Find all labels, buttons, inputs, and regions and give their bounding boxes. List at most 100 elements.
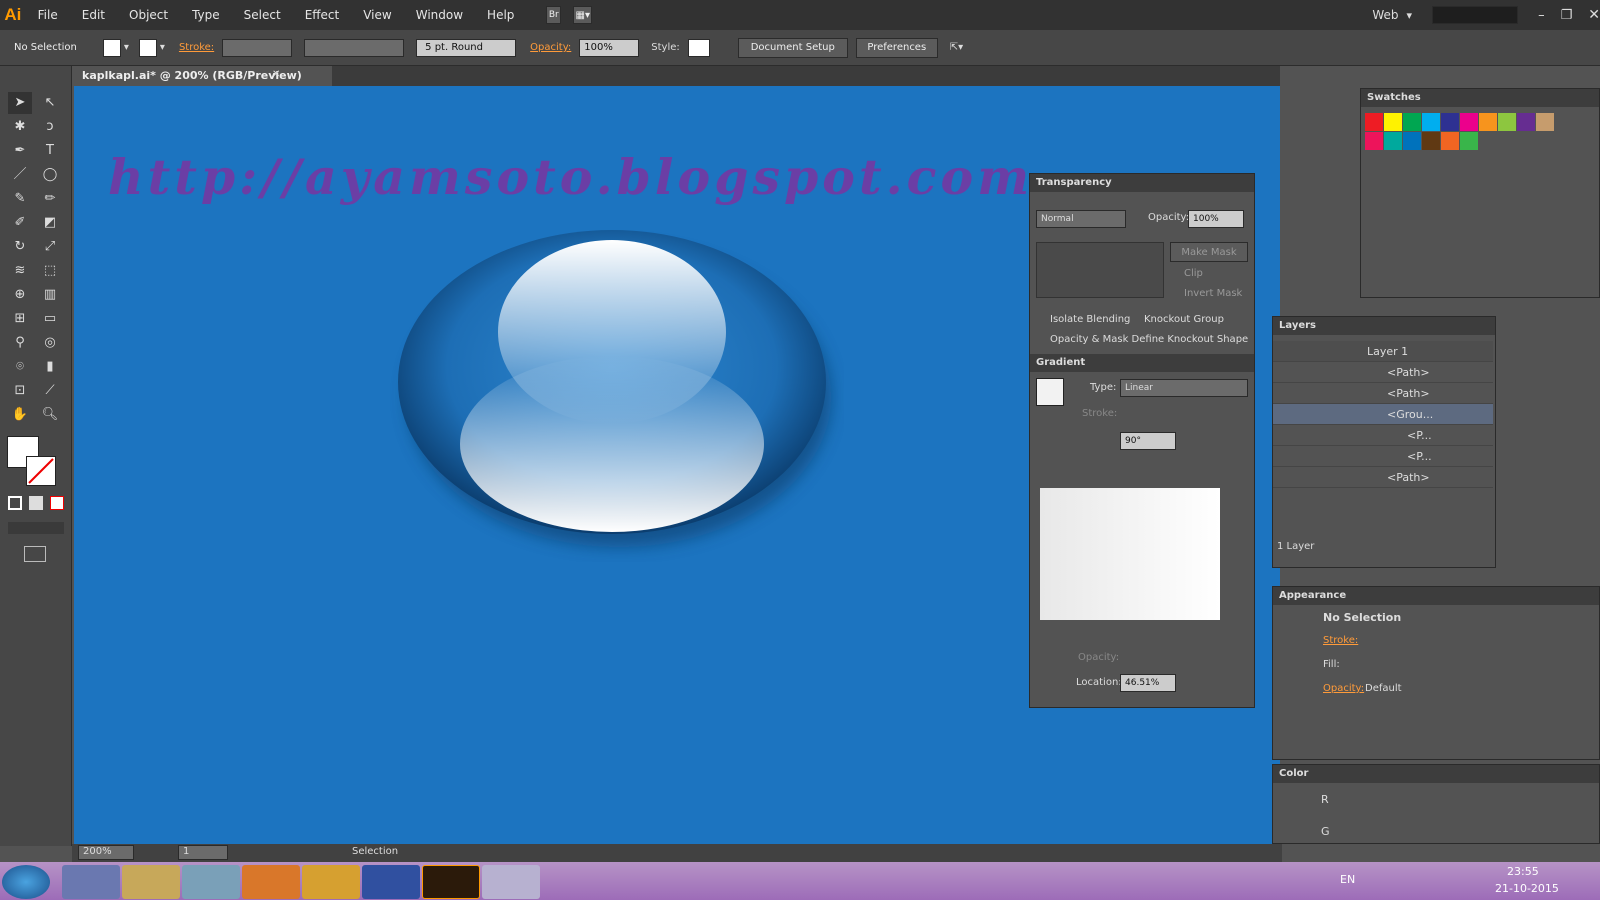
workspace-switcher[interactable]: Web <box>1372 8 1398 22</box>
swatch[interactable] <box>1498 113 1516 131</box>
pen-tool-icon[interactable]: ✒ <box>8 140 32 162</box>
stroke-swatch[interactable] <box>138 38 157 57</box>
menu-edit[interactable]: Edit <box>70 0 117 30</box>
swatch[interactable] <box>1517 113 1535 131</box>
layer-row-6[interactable]: <Path> <box>1387 471 1430 484</box>
gradient-type-dropdown[interactable]: Linear <box>1120 379 1248 397</box>
layer-row-5[interactable]: <P... <box>1407 450 1432 463</box>
preferences-button[interactable]: Preferences <box>855 37 938 58</box>
save-disk-icon[interactable] <box>362 865 420 899</box>
mesh-tool-icon[interactable]: ⊞ <box>8 308 32 330</box>
layer-row-1[interactable]: <Path> <box>1387 366 1430 379</box>
swatch[interactable] <box>1384 132 1402 150</box>
gradient-fill-swatch[interactable] <box>1036 378 1064 406</box>
fill-swatch[interactable] <box>102 38 121 57</box>
menu-object[interactable]: Object <box>117 0 180 30</box>
zoom-tool-icon[interactable]: 🔍︎ <box>38 404 62 426</box>
artboard-tool-icon[interactable]: ⊡ <box>8 380 32 402</box>
arrange-icon[interactable]: ⇱▾ <box>950 42 963 53</box>
rotate-tool-icon[interactable]: ↻ <box>8 236 32 258</box>
column-graph-tool-icon[interactable]: ▮ <box>38 356 62 378</box>
arrange-documents-icon[interactable]: ▦▾ <box>573 6 593 24</box>
swatch[interactable] <box>1403 132 1421 150</box>
transparency-title[interactable]: Transparency <box>1030 174 1254 192</box>
selection-tool-icon[interactable]: ➤ <box>8 92 32 114</box>
zoom-field[interactable]: 200% <box>78 845 134 860</box>
menu-help[interactable]: Help <box>475 0 526 30</box>
swatch[interactable] <box>1422 113 1440 131</box>
knockout-group-checkbox[interactable]: Knockout Group <box>1144 314 1224 325</box>
stroke-label[interactable]: Stroke: <box>179 42 214 53</box>
pencil-tool-icon[interactable]: ✏ <box>38 188 62 210</box>
screen-mode-icon[interactable] <box>24 546 46 562</box>
paint-icon[interactable] <box>482 865 540 899</box>
menu-type[interactable]: Type <box>180 0 232 30</box>
gradient-tool-icon[interactable]: ▭ <box>38 308 62 330</box>
media-player-icon[interactable] <box>302 865 360 899</box>
hand-tool-icon[interactable]: ✋ <box>8 404 32 426</box>
swatch[interactable] <box>1479 113 1497 131</box>
line-tool-icon[interactable]: ／ <box>8 164 32 186</box>
document-tab[interactable]: kaplkapl.ai* @ 200% (RGB/Preview) <box>72 66 332 86</box>
perspective-grid-tool-icon[interactable]: ▥ <box>38 284 62 306</box>
blob-brush-tool-icon[interactable]: ✐ <box>8 212 32 234</box>
variable-width-field[interactable] <box>304 38 405 57</box>
gradient-title[interactable]: Gradient <box>1030 354 1254 372</box>
opacity-label[interactable]: Opacity: <box>530 42 571 53</box>
swatch-grid[interactable] <box>1365 113 1565 293</box>
stroke-color-box[interactable] <box>26 456 56 486</box>
style-swatch[interactable] <box>687 38 710 57</box>
stroke-weight-field[interactable] <box>222 38 293 57</box>
restore-icon[interactable]: ❐ <box>1561 8 1573 23</box>
swatch[interactable] <box>1441 113 1459 131</box>
eraser-tool-icon[interactable]: ◩ <box>38 212 62 234</box>
menu-select[interactable]: Select <box>232 0 293 30</box>
scale-tool-icon[interactable]: ⤢ <box>38 236 62 258</box>
shape-builder-tool-icon[interactable]: ⊕ <box>8 284 32 306</box>
menu-window[interactable]: Window <box>404 0 475 30</box>
tab-close-icon[interactable]: ✕ <box>272 69 280 80</box>
swatch[interactable] <box>1365 113 1383 131</box>
file-explorer-icon[interactable] <box>122 865 180 899</box>
make-mask-button[interactable]: Make Mask <box>1170 242 1248 262</box>
layer-row-3[interactable]: <Grou... <box>1387 408 1433 421</box>
blend-tool-icon[interactable]: ◎ <box>38 332 62 354</box>
eyedropper-tool-icon[interactable]: ⚲ <box>8 332 32 354</box>
internet-explorer-icon[interactable] <box>62 865 120 899</box>
magic-wand-tool-icon[interactable]: ✱ <box>8 116 32 138</box>
direct-selection-tool-icon[interactable]: ↖ <box>38 92 62 114</box>
slice-tool-icon[interactable]: ⟋ <box>38 380 62 402</box>
language-indicator[interactable]: EN <box>1340 873 1355 886</box>
layer-row-2[interactable]: <Path> <box>1387 387 1430 400</box>
swatch[interactable] <box>1365 132 1383 150</box>
menu-view[interactable]: View <box>351 0 403 30</box>
swatch[interactable] <box>1384 113 1402 131</box>
color-mode-icon[interactable] <box>8 496 22 510</box>
clock-time[interactable]: 23:55 <box>1507 865 1539 878</box>
none-mode-icon[interactable] <box>50 496 64 510</box>
bridge-button[interactable]: Br <box>546 6 562 24</box>
clip-checkbox[interactable]: Clip <box>1184 268 1203 279</box>
brush-field[interactable]: 5 pt. Round <box>416 38 517 57</box>
firefox-icon[interactable] <box>242 865 300 899</box>
water-drop-artwork[interactable] <box>384 222 844 562</box>
width-tool-icon[interactable]: ≋ <box>8 260 32 282</box>
start-button-icon[interactable] <box>2 865 50 899</box>
appearance-title[interactable]: Appearance <box>1273 587 1599 605</box>
symbol-sprayer-tool-icon[interactable]: ⌾ <box>8 356 32 378</box>
gradient-angle-field[interactable]: 90° <box>1120 432 1176 450</box>
isolate-blending-checkbox[interactable]: Isolate Blending <box>1050 314 1130 325</box>
illustrator-taskbar-icon[interactable] <box>422 865 480 899</box>
gradient-mode-icon[interactable] <box>29 496 43 510</box>
ellipse-tool-icon[interactable]: ◯ <box>38 164 62 186</box>
layer-row-4[interactable]: <P... <box>1407 429 1432 442</box>
transparency-opacity-field[interactable]: 100% <box>1188 210 1244 228</box>
page-field[interactable]: 1 <box>178 845 228 860</box>
free-transform-tool-icon[interactable]: ⬚ <box>38 260 62 282</box>
menu-file[interactable]: File <box>26 0 70 30</box>
swatches-title[interactable]: Swatches <box>1361 89 1599 107</box>
swatch[interactable] <box>1422 132 1440 150</box>
gradient-preview[interactable] <box>1040 488 1220 620</box>
swatch[interactable] <box>1403 113 1421 131</box>
layers-title[interactable]: Layers <box>1273 317 1495 335</box>
